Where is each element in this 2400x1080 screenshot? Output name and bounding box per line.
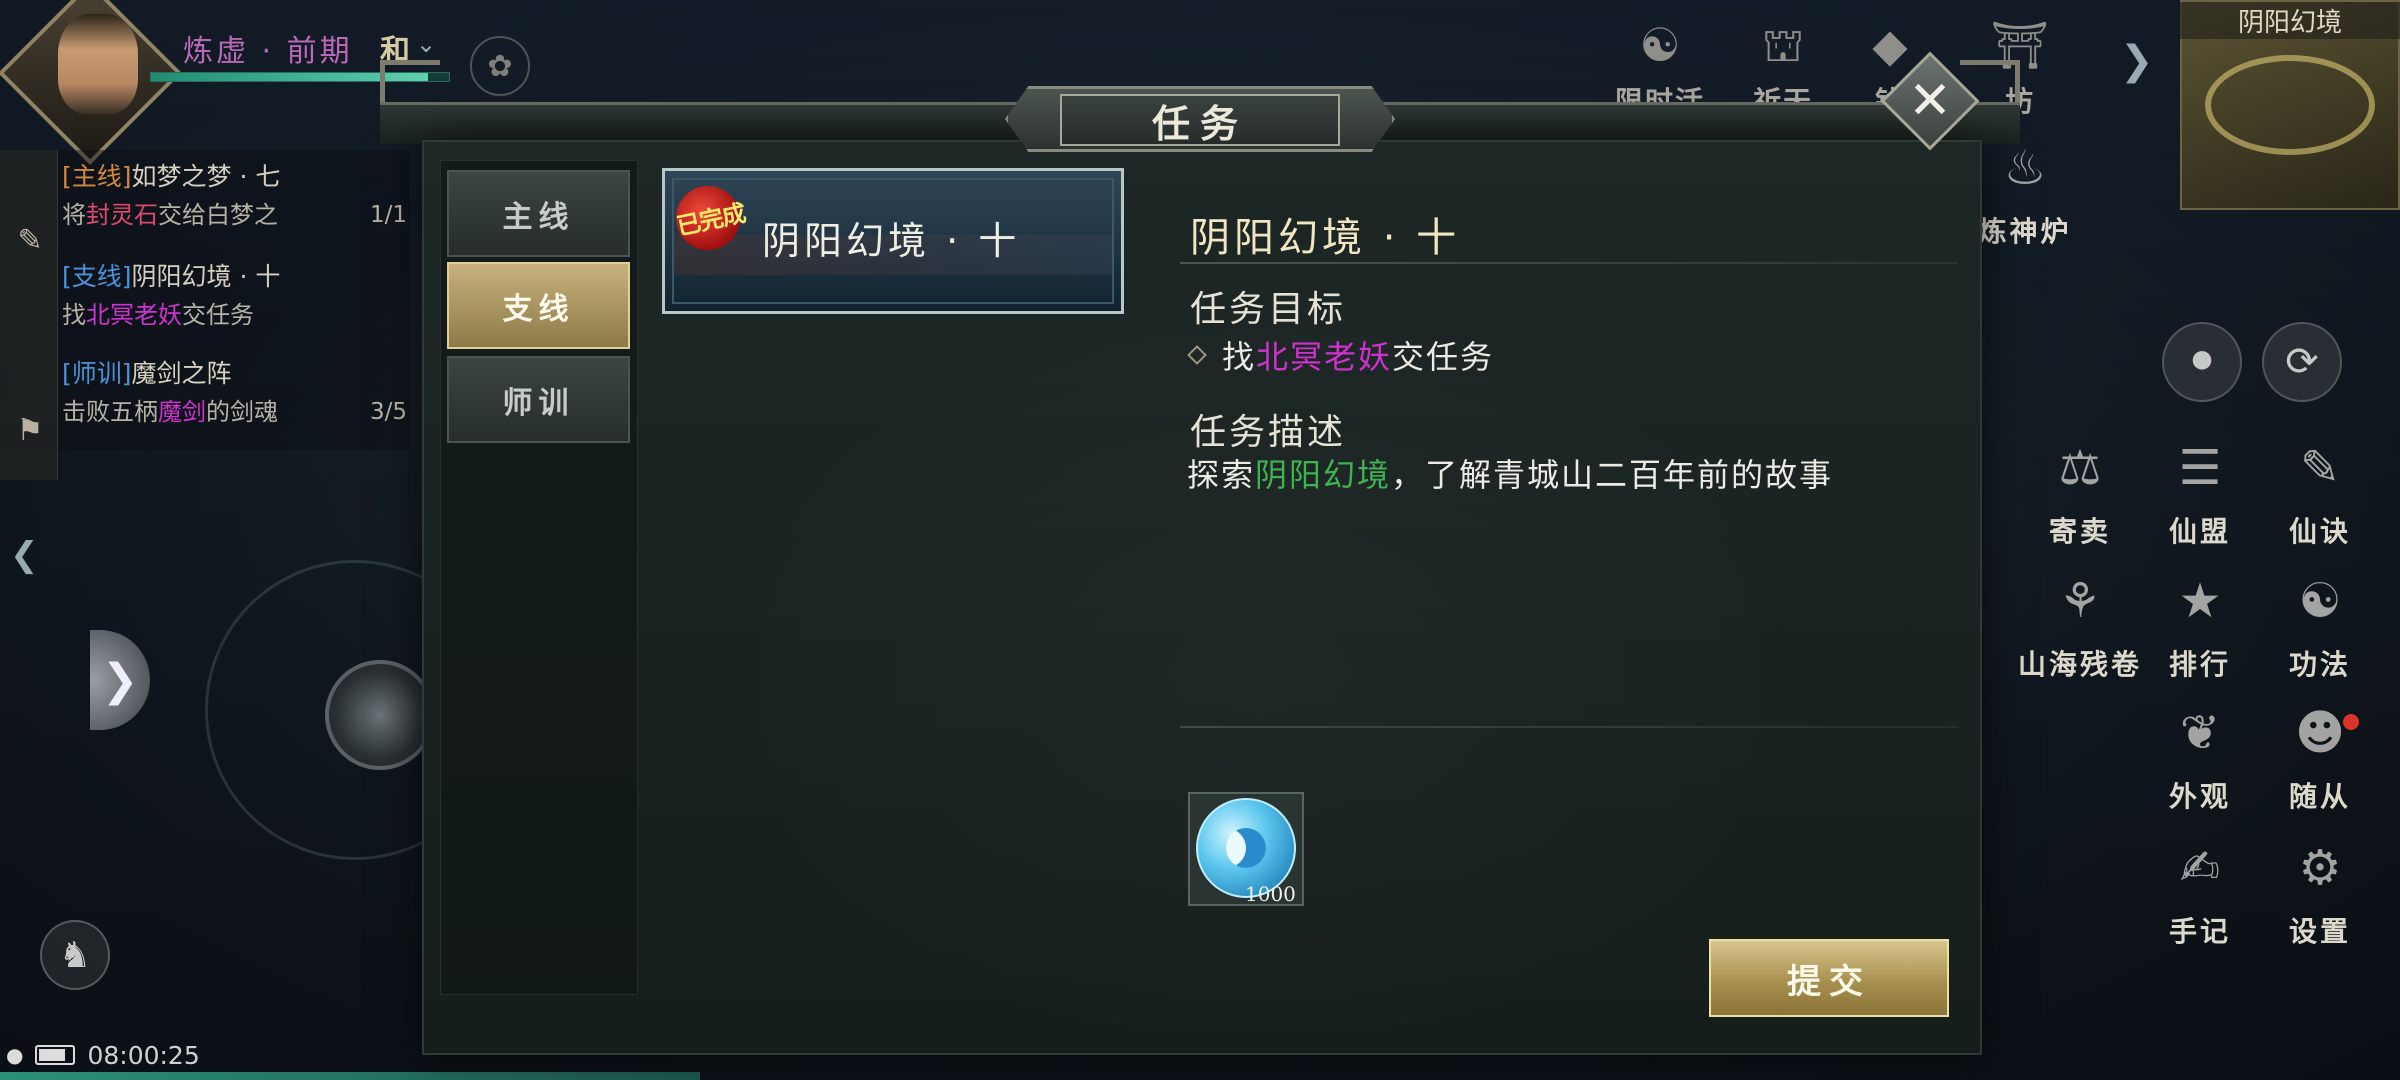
right-menu-alliance[interactable]: ☰ 仙盟 — [2140, 440, 2260, 550]
right-menu-settings[interactable]: ⚙ 设置 — [2260, 840, 2380, 950]
right-menu-secret[interactable]: ✎ 仙诀 — [2260, 440, 2380, 550]
wifi-icon: ● — [6, 1043, 24, 1067]
tracker-quest-branch[interactable]: [支线]阴阳幻境 · 十 找北冥老妖交任务 — [62, 258, 407, 334]
description-location-highlight: 阴阳幻境 — [1255, 456, 1392, 494]
objective-heading: 任务目标 — [1190, 289, 1347, 330]
chevron-down-icon[interactable]: ⌄ — [416, 30, 436, 58]
menu-label: 仙盟 — [2168, 515, 2231, 548]
collapse-tracker-icon[interactable]: ❮ — [10, 535, 39, 575]
dialog-title: 任务 — [1060, 94, 1340, 146]
battery-level — [39, 1049, 66, 1061]
refresh-icon[interactable]: ⟳ — [2262, 322, 2342, 402]
quest-tag: [支线] — [62, 262, 132, 291]
divider — [1180, 726, 1958, 728]
menu-label: 手记 — [2168, 915, 2231, 948]
quest-progress: 3/5 — [369, 399, 407, 425]
description-text-part: ，了解青城山二百年前的故事 — [1391, 456, 1834, 494]
follower-icon: ☻ — [2294, 705, 2346, 761]
menu-label: 排行 — [2168, 648, 2231, 681]
tab-master-training[interactable]: 师训 — [447, 356, 630, 443]
auction-icon: ⚖ — [2058, 440, 2102, 496]
right-menu-appearance[interactable]: ❦ 外观 — [2140, 705, 2260, 815]
mount-icon[interactable]: ♞ — [40, 920, 110, 990]
menu-label: 随从 — [2288, 780, 2351, 813]
clock: 08:00:25 — [87, 1040, 200, 1070]
objective-npc-link[interactable]: 北冥老妖 — [1256, 338, 1392, 376]
divider — [1180, 262, 1958, 264]
right-menu-notebook[interactable]: ✍ 手记 — [2140, 840, 2260, 950]
quest-step-text: 交任务 — [182, 301, 254, 329]
minimap-title: 阴阳幻境 — [2180, 2, 2400, 39]
ranking-icon: ★ — [2178, 573, 2222, 629]
right-menu-ranking[interactable]: ★ 排行 — [2140, 573, 2260, 683]
quest-step-text: 的剑魂 — [206, 398, 278, 426]
minimap-path — [2205, 55, 2375, 155]
right-menu-follower[interactable]: ☻ 随从 — [2260, 705, 2380, 815]
menu-label: 仙诀 — [2288, 515, 2351, 548]
avatar[interactable] — [58, 14, 138, 114]
diamond-bullet-icon — [1187, 345, 1207, 365]
gear-icon: ⚙ — [2298, 840, 2342, 896]
quest-scroll-icon[interactable]: ✎ — [10, 220, 50, 260]
team-flag-icon[interactable]: ⚑ — [10, 410, 50, 450]
quest-name: 魔剑之阵 — [131, 359, 232, 388]
appearance-icon: ❦ — [2179, 705, 2221, 761]
taiji-icon: ☯ — [2298, 573, 2342, 629]
limited-event-icon: ☯ — [1639, 18, 1681, 72]
close-icon[interactable]: ✕ — [1895, 66, 1965, 136]
tab-main-quest[interactable]: 主线 — [447, 170, 630, 257]
forge-label: 炼神炉 — [1978, 215, 2072, 248]
menu-label: 设置 — [2288, 915, 2351, 948]
reward-count: 1000 — [1245, 882, 1296, 906]
forge-button[interactable]: ♨ 炼神炉 — [1965, 140, 2085, 250]
joystick-knob[interactable] — [325, 660, 435, 770]
menu-label: 寄卖 — [2048, 515, 2111, 548]
objective-text-part: 找 — [1222, 338, 1257, 376]
description-text: 探索阴阳幻境，了解青城山二百年前的故事 — [1187, 450, 1833, 496]
notification-dot — [2343, 714, 2359, 730]
taiji-symbol — [1226, 828, 1266, 868]
emblem-icon[interactable]: ✿ — [470, 36, 530, 96]
description-text-part: 探索 — [1187, 456, 1256, 494]
battery-icon — [35, 1045, 76, 1065]
money-bag-icon[interactable]: ⚫ — [2162, 322, 2242, 402]
device-status-bar: ● 08:00:25 — [6, 1040, 200, 1070]
objective-text-part: 交任务 — [1392, 338, 1495, 376]
cultivation-realm: 炼虚 · 前期 — [183, 34, 353, 69]
tracker-quest-main[interactable]: [主线]如梦之梦 · 七 将封灵石交给白梦之 1/1 — [62, 158, 407, 234]
quest-step-highlight: 魔剑 — [158, 398, 206, 426]
furnace-icon: ♨ — [2003, 140, 2047, 196]
right-menu-scroll[interactable]: ⚘ 山海残卷 — [2010, 573, 2150, 683]
quest-tag: [主线] — [62, 162, 132, 191]
experience-bar — [0, 1072, 700, 1080]
chevron-right-icon[interactable]: ❯ — [2120, 38, 2154, 84]
quest-progress: 1/1 — [369, 202, 407, 228]
objective-text: 找北冥老妖交任务 — [1187, 332, 1495, 378]
quest-step-text: 找 — [62, 301, 86, 329]
submit-button[interactable]: 提交 — [1709, 939, 1949, 1017]
quest-step-highlight: 北冥老妖 — [86, 301, 182, 329]
secret-icon: ✎ — [2299, 440, 2341, 496]
quest-tag: [师训] — [62, 359, 132, 388]
scroll-icon: ⚘ — [2058, 573, 2102, 629]
pray-icon: ⛫ — [1761, 18, 1805, 72]
quest-step-text: 交给白梦之 — [158, 201, 278, 229]
right-menu-auction[interactable]: ⚖ 寄卖 — [2020, 440, 2140, 550]
quest-name: 阴阳幻境 · 十 — [131, 262, 281, 291]
alliance-icon: ☰ — [2178, 440, 2222, 496]
tracker-quest-master[interactable]: [师训]魔剑之阵 击败五柄魔剑的剑魂 3/5 — [62, 355, 407, 431]
quest-step-text: 击败五柄 — [62, 398, 158, 426]
notebook-icon: ✍ — [2179, 840, 2221, 896]
quest-step-text: 将 — [62, 201, 86, 229]
menu-label: 功法 — [2288, 648, 2351, 681]
menu-label: 山海残卷 — [2017, 648, 2142, 681]
quest-card-title: 阴阳幻境 · 十 — [762, 219, 1021, 263]
menu-label: 外观 — [2168, 780, 2231, 813]
quest-step-highlight: 封灵石 — [86, 201, 158, 229]
quest-name: 如梦之梦 · 七 — [131, 162, 281, 191]
description-heading: 任务描述 — [1190, 412, 1347, 453]
tab-branch-quest[interactable]: 支线 — [447, 262, 630, 349]
right-menu-technique[interactable]: ☯ 功法 — [2260, 573, 2380, 683]
quest-detail-title: 阴阳幻境 · 十 — [1190, 215, 1461, 261]
